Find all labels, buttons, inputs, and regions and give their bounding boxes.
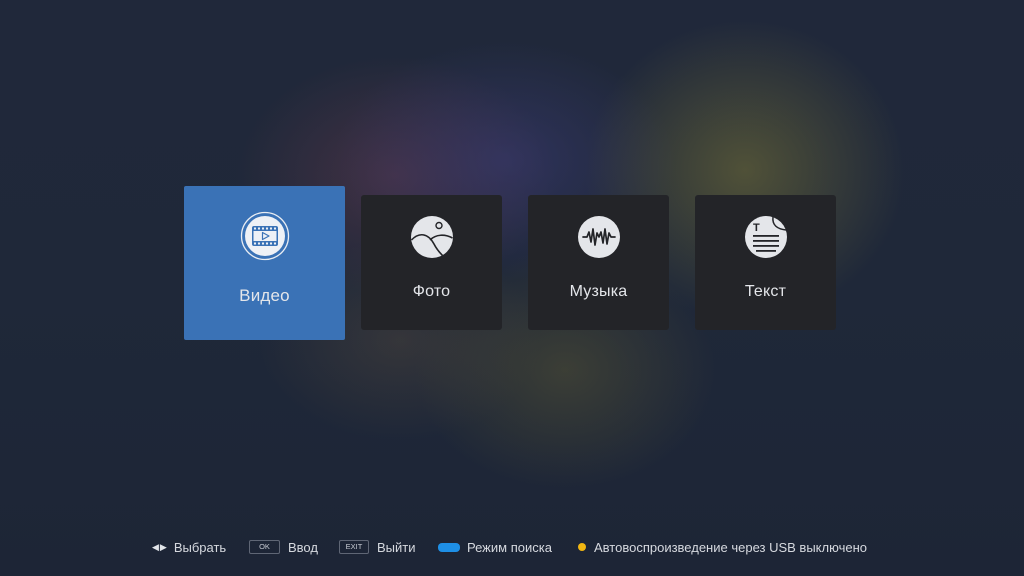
hint-autoplay-label: Автовоспроизведение через USB выключено	[594, 539, 867, 555]
tile-music-label: Музыка	[569, 283, 628, 300]
blue-key-icon	[438, 542, 460, 552]
video-play-icon	[240, 211, 290, 266]
hint-enter-label: Ввод	[288, 539, 318, 555]
photo-landscape-icon	[410, 215, 454, 264]
left-right-arrows-icon: ◀▶	[152, 541, 168, 552]
hint-search-mode: Режим поиска	[438, 537, 552, 557]
hint-exit: EXIT Выйти	[339, 537, 416, 557]
hint-autoplay: Автовоспроизведение через USB выключено	[578, 537, 867, 557]
tile-video-label: Видео	[239, 286, 290, 305]
tile-video[interactable]: Видео	[184, 186, 345, 340]
tile-music[interactable]: Музыка	[528, 195, 669, 330]
music-waveform-icon	[577, 215, 621, 264]
yellow-key-icon	[578, 543, 586, 551]
tile-photo-label: Фото	[412, 283, 451, 300]
tile-text-label: Текст	[744, 283, 787, 300]
hint-exit-label: Выйти	[377, 539, 416, 555]
tile-text[interactable]: T Текст	[695, 195, 836, 330]
hint-search-mode-label: Режим поиска	[467, 539, 552, 555]
hint-select-label: Выбрать	[173, 539, 227, 555]
media-category-menu: Видео Фото Музыка T Текст	[0, 0, 1024, 576]
hint-enter: OK Ввод	[249, 537, 318, 557]
ok-key-icon: OK	[249, 540, 280, 554]
text-document-icon: T	[744, 215, 788, 264]
tile-photo[interactable]: Фото	[361, 195, 502, 330]
key-hints-bar: ◀▶ Выбрать OK Ввод EXIT Выйти Режим поис…	[0, 537, 1024, 557]
exit-key-icon: EXIT	[339, 540, 369, 554]
svg-text:T: T	[753, 222, 760, 234]
hint-select: ◀▶ Выбрать	[152, 537, 226, 557]
